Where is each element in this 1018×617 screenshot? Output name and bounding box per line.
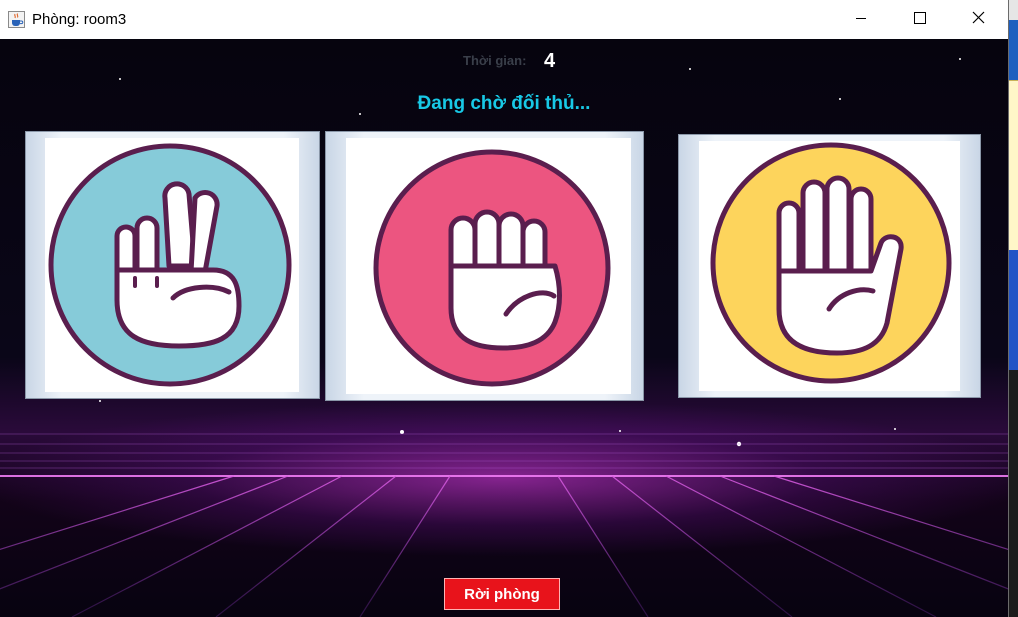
leave-room-button[interactable]: Rời phòng xyxy=(444,578,560,610)
status-message: Đang chờ đối thủ... xyxy=(417,93,591,114)
choice-rock-button[interactable] xyxy=(325,131,644,401)
java-cup-icon xyxy=(8,11,25,28)
timer-label: Thời gian: xyxy=(463,53,527,68)
close-icon xyxy=(972,11,985,29)
timer-value: 4 xyxy=(544,50,556,72)
maximize-icon xyxy=(914,11,926,29)
scissors-hand-icon xyxy=(48,143,292,387)
room-window: Phòng: room3 Thời gian: 4 Đang chờ đối t… xyxy=(0,0,1008,617)
background-app-window xyxy=(1008,0,1018,617)
minimize-icon xyxy=(855,11,867,29)
window-title: Phòng: room3 xyxy=(32,11,127,28)
choice-paper-button[interactable] xyxy=(678,134,981,398)
maximize-button[interactable] xyxy=(897,0,943,39)
title-bar[interactable]: Phòng: room3 xyxy=(0,0,1008,39)
choice-scissors-button[interactable] xyxy=(25,131,320,399)
rock-fist-icon xyxy=(373,149,611,387)
paper-hand-icon xyxy=(710,142,952,384)
close-button[interactable] xyxy=(955,0,1001,39)
game-area: Thời gian: 4 Đang chờ đối thủ... Rời phò… xyxy=(0,39,1008,617)
minimize-button[interactable] xyxy=(838,0,884,39)
